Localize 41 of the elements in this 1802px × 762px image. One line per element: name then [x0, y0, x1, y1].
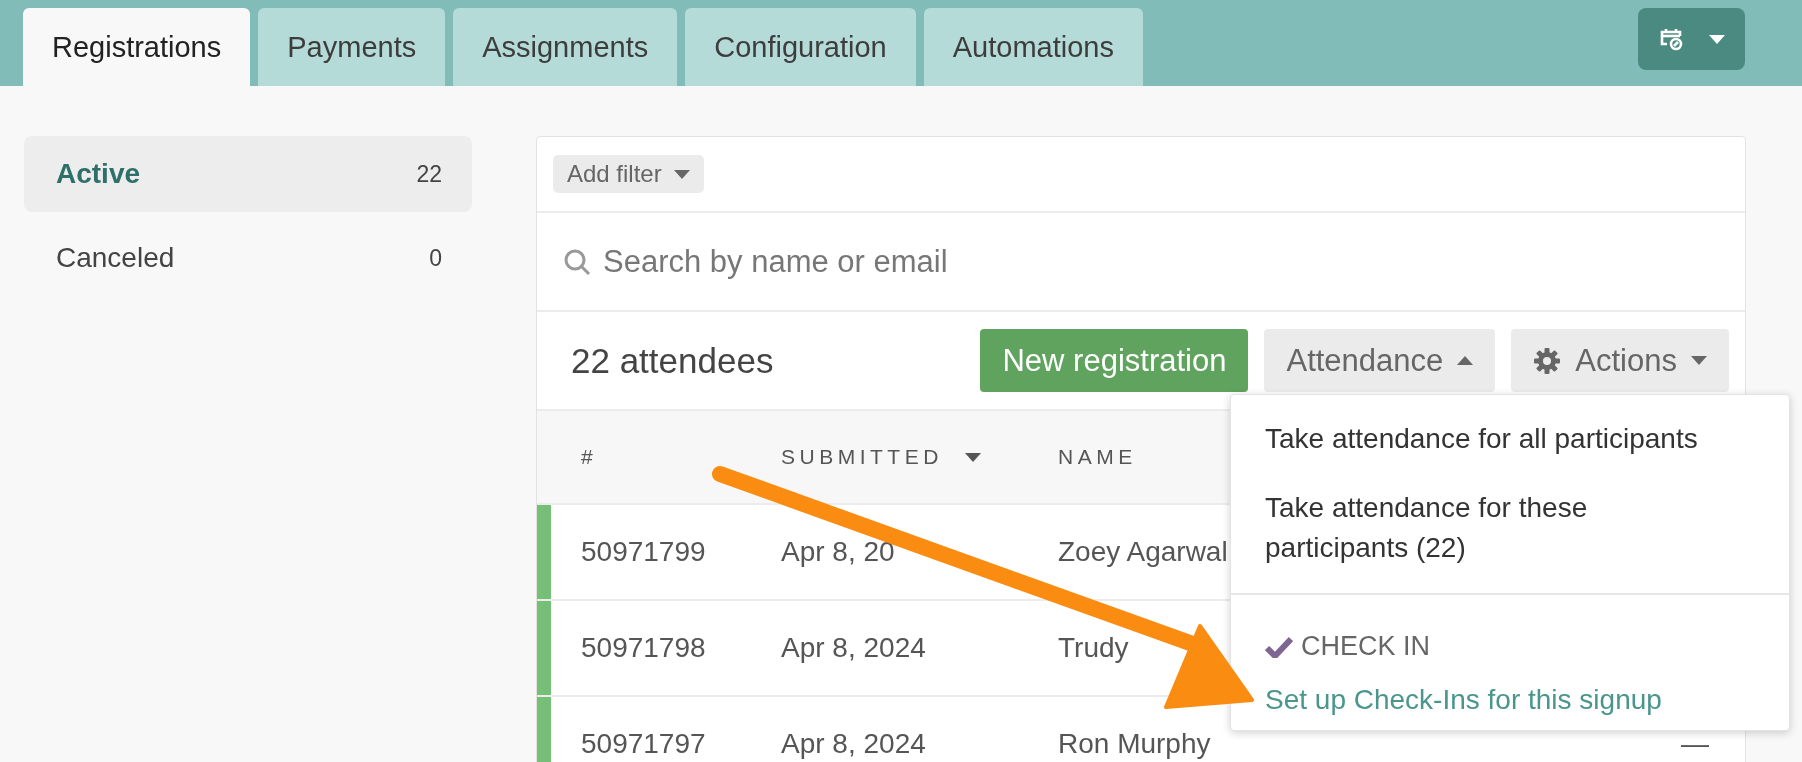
- column-header: #: [581, 445, 598, 468]
- actions-button[interactable]: Actions: [1511, 329, 1729, 392]
- menu-item[interactable]: Take attendance for these participants (22): [1231, 478, 1789, 580]
- search-icon: [563, 247, 591, 276]
- table-cell: 50971797: [581, 728, 706, 759]
- sidebar-label: Active: [56, 158, 141, 190]
- section-heading: CHECK IN: [1301, 631, 1430, 662]
- caret-icon: [1457, 356, 1474, 365]
- table-cell: Apr 8, 20: [781, 536, 895, 568]
- menu-item[interactable]: Take attendance for all participants: [1231, 409, 1789, 471]
- attendance-button[interactable]: Attendance: [1264, 329, 1496, 392]
- table-cell: Trudy: [1058, 632, 1129, 663]
- caret-icon: [1691, 356, 1707, 365]
- search-field[interactable]: Search by name or email: [601, 242, 1719, 281]
- caret-icon: [673, 169, 690, 179]
- caret-icon: [1708, 34, 1725, 44]
- table-cell: Ron Murphy: [1058, 728, 1211, 759]
- add-filter-button[interactable]: Add filter: [553, 155, 704, 193]
- table-cell: 50971798: [581, 632, 706, 663]
- table-cell: Apr 8, 2024: [781, 728, 926, 760]
- calendar-link-button[interactable]: [1638, 8, 1745, 70]
- table-cell: —: [1681, 728, 1709, 759]
- tab[interactable]: Configuration: [685, 8, 916, 86]
- column-header[interactable]: SUBMITTED: [781, 445, 943, 469]
- tab[interactable]: Registrations: [23, 8, 251, 86]
- table-cell: Apr 8, 2024: [781, 632, 926, 664]
- sidebar-count: 0: [429, 244, 442, 272]
- sidebar-item[interactable]: Active 22: [24, 136, 472, 212]
- calendar-link-icon: [1658, 26, 1685, 52]
- attendee-count: 22 attendees: [571, 340, 774, 381]
- sidebar-count: 22: [416, 160, 442, 188]
- sidebar-item[interactable]: Canceled 0: [24, 220, 472, 296]
- tab[interactable]: Assignments: [453, 8, 678, 86]
- sidebar-label: Canceled: [56, 242, 175, 274]
- table-cell: 50971799: [581, 536, 706, 567]
- tab[interactable]: Payments: [258, 8, 446, 86]
- column-header: NAME: [1058, 445, 1137, 468]
- tab[interactable]: Automations: [923, 8, 1143, 86]
- table-cell: Zoey Agarwal: [1058, 536, 1228, 567]
- settings-icon: [1533, 346, 1562, 375]
- checkmark-icon: [1265, 635, 1293, 658]
